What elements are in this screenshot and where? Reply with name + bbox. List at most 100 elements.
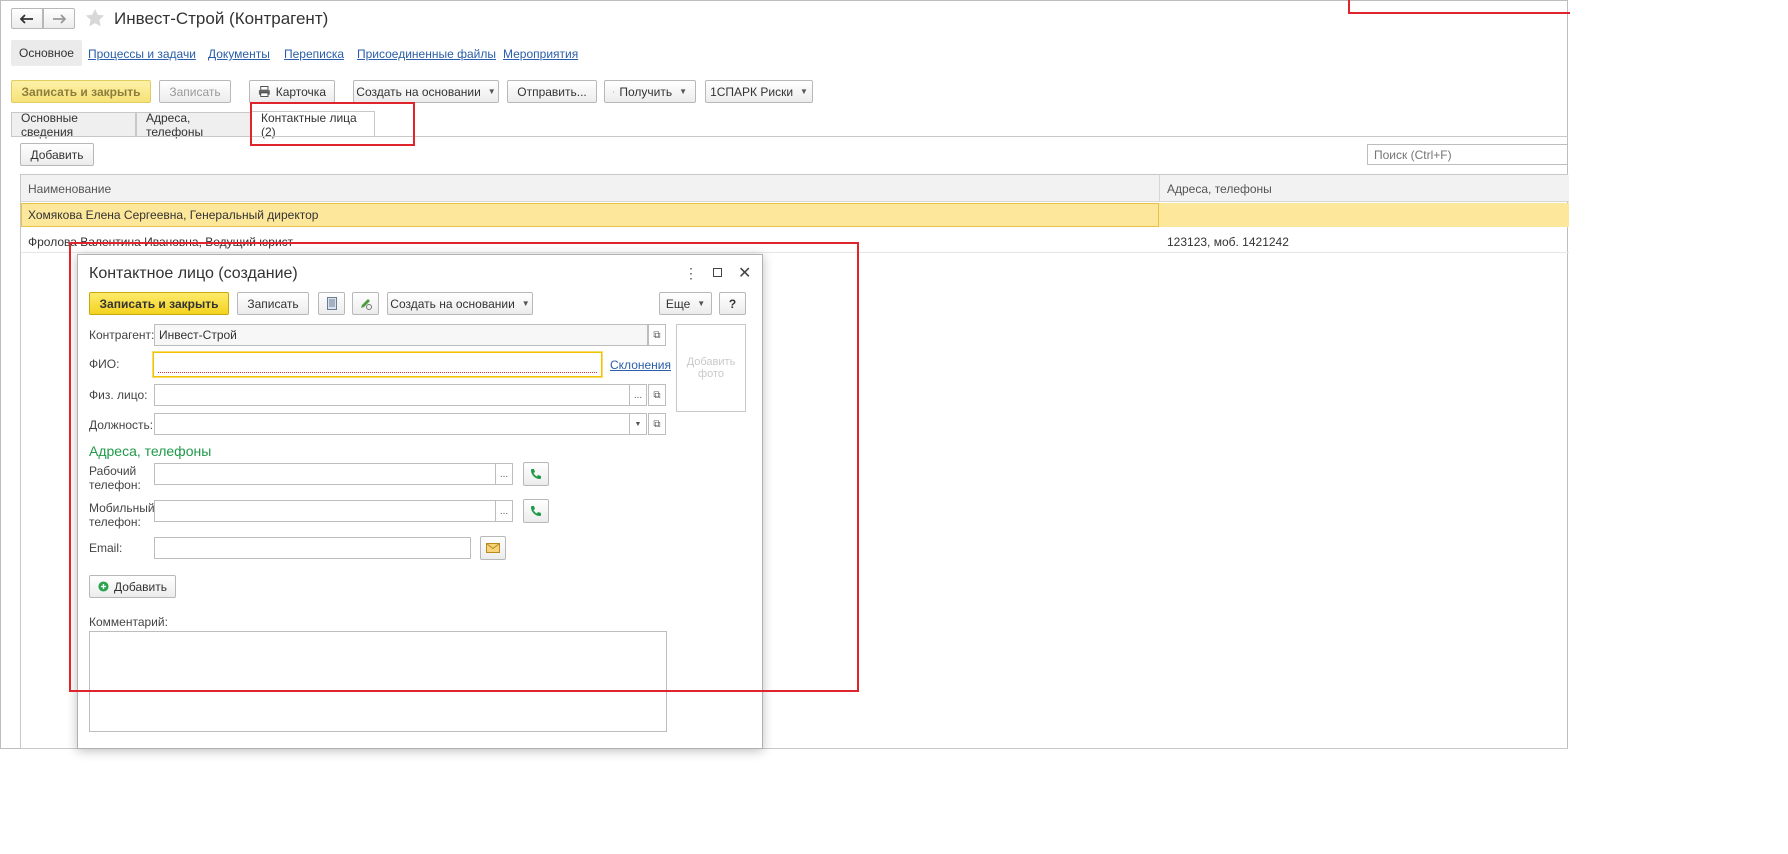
mobile-phone-input[interactable] <box>154 500 496 522</box>
person-label: Физ. лицо: <box>89 388 148 402</box>
more-actions-icon[interactable]: ⋮ <box>684 265 698 282</box>
call-mobile-phone-button[interactable] <box>523 499 549 523</box>
tab-main-info[interactable]: Основные сведения <box>11 111 136 139</box>
tab-contact-persons[interactable]: Контактные лица (2) <box>251 111 375 139</box>
search-input[interactable] <box>1367 144 1568 165</box>
select-button[interactable]: ... <box>495 463 513 485</box>
fio-input[interactable] <box>153 352 602 377</box>
send-button[interactable]: Отправить... <box>507 80 597 103</box>
dialog-title: Контактное лицо (создание) <box>89 265 298 282</box>
counterparty-field[interactable]: Инвест-Строй <box>154 324 648 346</box>
save-close-button[interactable]: Записать и закрыть <box>11 80 151 103</box>
column-header-name[interactable]: Наименование <box>28 182 111 196</box>
arrow-right-icon <box>53 13 66 24</box>
document-list-button[interactable] <box>318 292 345 315</box>
open-icon[interactable]: ⧉ <box>648 324 666 346</box>
email-label: Email: <box>89 541 123 555</box>
open-icon[interactable]: ⧉ <box>648 384 666 406</box>
work-phone-input[interactable] <box>154 463 496 485</box>
edit-button[interactable] <box>352 292 379 315</box>
forward-button[interactable] <box>43 8 75 29</box>
chevron-down-icon: ▼ <box>679 87 687 96</box>
tab-addresses-phones[interactable]: Адреса, телефоны <box>136 111 251 139</box>
dialog-save-close-label: Записать и закрыть <box>99 296 219 311</box>
help-label: ? <box>728 296 737 311</box>
nav-correspondence[interactable]: Переписка <box>284 47 344 61</box>
fio-input-field[interactable] <box>158 356 597 373</box>
row-name: Хомякова Елена Сергеевна, Генеральный ди… <box>28 208 319 222</box>
declension-link[interactable]: Склонения <box>610 358 671 372</box>
nav-processes[interactable]: Процессы и задачи <box>88 47 196 61</box>
receive-label: Получить <box>619 84 673 99</box>
table-header: Наименование Адреса, телефоны <box>21 175 1569 202</box>
ellipsis-icon: ... <box>499 468 509 480</box>
tab-divider <box>11 136 1568 137</box>
save-label: Записать <box>169 84 221 99</box>
card-label: Карточка <box>275 84 326 99</box>
chevron-down-icon: ▼ <box>800 87 808 96</box>
dialog-save-button[interactable]: Записать <box>237 292 309 315</box>
chevron-down-icon: ▼ <box>487 87 496 96</box>
dialog-save-label: Записать <box>247 296 299 311</box>
report-icon <box>613 90 615 93</box>
phone-icon <box>531 469 541 479</box>
counterparty-label: Контрагент: <box>89 328 155 342</box>
receive-button[interactable]: Получить ▼ <box>604 80 696 103</box>
card-button[interactable]: Карточка <box>249 80 335 103</box>
ellipsis-icon: ... <box>633 389 643 401</box>
nav-events[interactable]: Мероприятия <box>503 47 578 61</box>
ellipsis-icon: ... <box>499 505 509 517</box>
email-input[interactable] <box>154 537 471 559</box>
add-contact-info-label: Добавить <box>113 579 167 594</box>
more-button[interactable]: Еще ▼ <box>659 292 712 315</box>
back-button[interactable] <box>11 8 43 29</box>
section-title: Адреса, телефоны <box>89 443 212 459</box>
table-row[interactable]: Фролова Валентина Ивановна, Ведущий юрис… <box>21 228 1569 253</box>
dialog-create-based-label: Создать на основании <box>390 296 515 311</box>
dialog-create-based-button[interactable]: Создать на основании ▼ <box>387 292 533 315</box>
chevron-down-icon: ▼ <box>521 299 530 308</box>
position-label: Должность: <box>89 418 154 432</box>
position-input[interactable] <box>154 413 630 435</box>
printer-icon <box>258 86 270 97</box>
save-button[interactable]: Записать <box>159 80 231 103</box>
select-button[interactable]: ... <box>495 500 513 522</box>
maximize-icon[interactable] <box>713 268 722 277</box>
call-work-phone-button[interactable] <box>523 462 549 486</box>
add-contact-info-button[interactable]: Добавить <box>89 575 176 598</box>
save-close-label: Записать и закрыть <box>21 84 141 99</box>
send-email-button[interactable] <box>480 536 506 560</box>
select-button[interactable]: ... <box>629 384 647 406</box>
document-icon <box>326 297 337 310</box>
window-title: Инвест-Строй (Контрагент) <box>114 9 329 28</box>
person-input[interactable] <box>154 384 630 406</box>
nav-main[interactable]: Основное <box>11 40 82 66</box>
work-phone-label-line2: телефон: <box>89 478 141 492</box>
nav-attached-files[interactable]: Присоединенные файлы <box>357 47 496 61</box>
help-button[interactable]: ? <box>719 292 746 315</box>
comment-textarea[interactable] <box>89 631 667 732</box>
dialog-save-close-button[interactable]: Записать и закрыть <box>89 292 229 315</box>
column-divider <box>1159 175 1160 202</box>
spark-risks-button[interactable]: 1СПАРК Риски ▼ <box>705 80 813 103</box>
column-header-phones[interactable]: Адреса, телефоны <box>1167 182 1272 196</box>
open-icon[interactable]: ⧉ <box>648 413 666 435</box>
pencil-icon <box>360 299 372 310</box>
mobile-phone-label-line1: Мобильный <box>89 501 155 515</box>
star-icon <box>85 8 105 27</box>
plus-circle-icon <box>98 581 109 592</box>
table-row[interactable]: Хомякова Елена Сергеевна, Генеральный ди… <box>21 203 1569 227</box>
red-highlight-corner <box>1348 0 1570 14</box>
favorite-button[interactable] <box>84 7 106 32</box>
nav-documents[interactable]: Документы <box>208 47 270 61</box>
photo-placeholder-label: Добавить фото <box>686 356 736 380</box>
list-add-button[interactable]: Добавить <box>20 143 94 166</box>
close-icon[interactable]: ✕ <box>738 263 751 283</box>
chevron-down-icon[interactable]: ▼ <box>629 413 647 435</box>
row-phones: 123123, моб. 1421242 <box>1167 235 1289 249</box>
photo-placeholder[interactable]: Добавить фото <box>676 324 746 412</box>
search-input-field[interactable] <box>1372 146 1563 163</box>
create-based-button[interactable]: Создать на основании ▼ <box>353 80 499 103</box>
more-label: Еще <box>665 296 691 311</box>
comment-label: Комментарий: <box>89 615 168 629</box>
